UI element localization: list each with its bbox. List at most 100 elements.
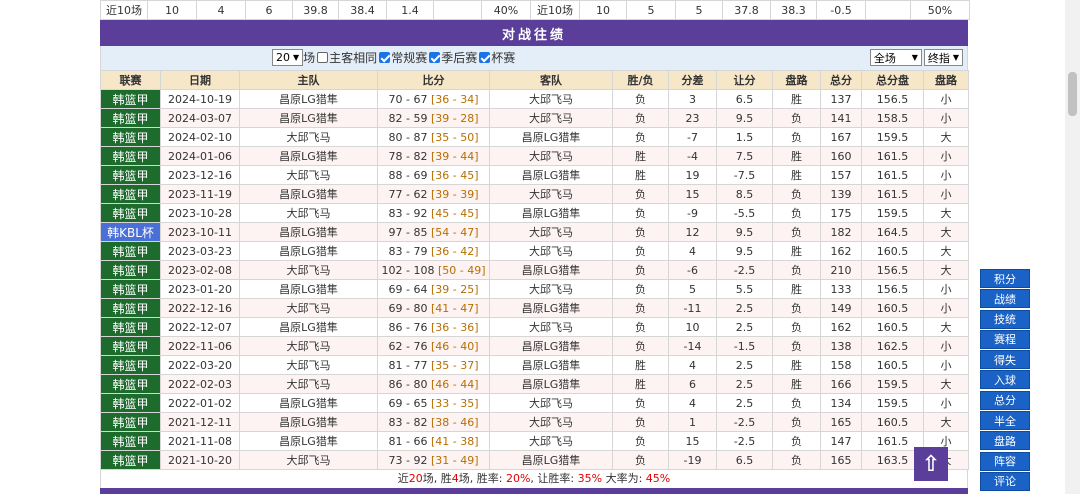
league-cell[interactable]: 韩篮甲: [100, 450, 161, 470]
home-team-cell[interactable]: 昌原LG猎隼: [239, 184, 378, 204]
same-home-checkbox[interactable]: 主客相同: [317, 49, 377, 66]
home-team-cell[interactable]: 昌原LG猎隼: [239, 146, 378, 166]
league-cell[interactable]: 韩篮甲: [100, 431, 161, 451]
date-cell: 2023-02-08: [160, 260, 240, 280]
league-cell[interactable]: 韩KBL杯: [100, 222, 161, 242]
away-team-cell[interactable]: 大邱飞马: [489, 241, 613, 261]
total-points-cell: 147: [820, 431, 862, 451]
odds-select[interactable]: 终指 ▼: [923, 49, 963, 66]
handicap-result-cell: 负: [772, 317, 821, 337]
date-cell: 2023-03-23: [160, 241, 240, 261]
side-nav-item[interactable]: 战绩: [980, 289, 1030, 309]
table-row: 韩篮甲 2023-11-19 昌原LG猎隼 77 - 62 [39 - 39] 大邱飞马…: [100, 184, 969, 204]
regular-season-checkbox[interactable]: 常规赛: [379, 49, 427, 66]
away-team-cell[interactable]: 大邱飞马: [489, 431, 613, 451]
total-line-cell: 160.5: [861, 355, 924, 375]
away-team-cell[interactable]: 大邱飞马: [489, 108, 613, 128]
away-team-cell[interactable]: 昌原LG猎隼: [489, 203, 613, 223]
away-team-cell[interactable]: 昌原LG猎隼: [489, 355, 613, 375]
side-nav-item[interactable]: 技统: [980, 309, 1030, 329]
column-header: 总分盘: [861, 70, 924, 90]
next-section-bar: [100, 488, 968, 494]
home-team-cell[interactable]: 昌原LG猎隼: [239, 108, 378, 128]
league-cell[interactable]: 韩篮甲: [100, 89, 161, 109]
home-team-cell[interactable]: 大邱飞马: [239, 298, 378, 318]
back-to-top-button[interactable]: ⇧: [914, 447, 948, 481]
playoff-checkbox[interactable]: 季后赛: [429, 49, 477, 66]
away-team-cell[interactable]: 大邱飞马: [489, 146, 613, 166]
side-nav-item[interactable]: 入球: [980, 370, 1030, 390]
side-nav-item[interactable]: 得失: [980, 350, 1030, 370]
scrollbar-thumb[interactable]: [1068, 72, 1077, 116]
cup-checkbox[interactable]: 杯赛: [479, 49, 515, 66]
column-header: 让分: [716, 70, 773, 90]
home-team-cell[interactable]: 昌原LG猎隼: [239, 412, 378, 432]
league-cell[interactable]: 韩篮甲: [100, 127, 161, 147]
home-team-cell[interactable]: 大邱飞马: [239, 374, 378, 394]
over-under-cell: 小: [923, 336, 969, 356]
home-team-cell[interactable]: 昌原LG猎隼: [239, 393, 378, 413]
away-team-cell[interactable]: 昌原LG猎隼: [489, 450, 613, 470]
league-cell[interactable]: 韩篮甲: [100, 241, 161, 261]
away-team-cell[interactable]: 昌原LG猎隼: [489, 374, 613, 394]
league-cell[interactable]: 韩篮甲: [100, 336, 161, 356]
scrollbar[interactable]: [1065, 0, 1080, 494]
side-nav-item[interactable]: 赛程: [980, 329, 1030, 349]
home-team-cell[interactable]: 昌原LG猎隼: [239, 431, 378, 451]
side-nav-item[interactable]: 阵容: [980, 451, 1030, 471]
side-nav-item[interactable]: 盘路: [980, 431, 1030, 451]
league-cell[interactable]: 韩篮甲: [100, 317, 161, 337]
away-team-cell[interactable]: 大邱飞马: [489, 393, 613, 413]
league-cell[interactable]: 韩篮甲: [100, 203, 161, 223]
league-cell[interactable]: 韩篮甲: [100, 146, 161, 166]
home-team-cell[interactable]: 大邱飞马: [239, 260, 378, 280]
home-team-cell[interactable]: 昌原LG猎隼: [239, 317, 378, 337]
away-team-cell[interactable]: 大邱飞马: [489, 317, 613, 337]
side-nav-item[interactable]: 半全: [980, 411, 1030, 431]
home-team-cell[interactable]: 昌原LG猎隼: [239, 89, 378, 109]
away-team-cell[interactable]: 昌原LG猎隼: [489, 336, 613, 356]
home-team-cell[interactable]: 大邱飞马: [239, 450, 378, 470]
handicap-cell: -2.5: [716, 412, 773, 432]
home-team-cell[interactable]: 昌原LG猎隼: [239, 241, 378, 261]
side-nav-item[interactable]: 总分: [980, 390, 1030, 410]
league-cell[interactable]: 韩篮甲: [100, 355, 161, 375]
score-cell: 83 - 82 [38 - 46]: [377, 412, 490, 432]
side-nav-item[interactable]: 积分: [980, 269, 1030, 288]
point-diff-cell: -11: [668, 298, 717, 318]
away-team-cell[interactable]: 昌原LG猎隼: [489, 260, 613, 280]
league-cell[interactable]: 韩篮甲: [100, 298, 161, 318]
venue-select[interactable]: 全场 ▼: [869, 49, 922, 66]
away-team-cell[interactable]: 大邱飞马: [489, 89, 613, 109]
away-team-cell[interactable]: 大邱飞马: [489, 184, 613, 204]
away-team-cell[interactable]: 昌原LG猎隼: [489, 298, 613, 318]
home-team-cell[interactable]: 大邱飞马: [239, 127, 378, 147]
handicap-result-cell: 胜: [772, 89, 821, 109]
home-team-cell[interactable]: 大邱飞马: [239, 203, 378, 223]
league-cell[interactable]: 韩篮甲: [100, 279, 161, 299]
league-cell[interactable]: 韩篮甲: [100, 184, 161, 204]
away-team-cell[interactable]: 大邱飞马: [489, 222, 613, 242]
side-nav-item[interactable]: 评论: [980, 471, 1030, 491]
league-cell[interactable]: 韩篮甲: [100, 412, 161, 432]
away-team-cell[interactable]: 昌原LG猎隼: [489, 165, 613, 185]
away-team-cell[interactable]: 昌原LG猎隼: [489, 127, 613, 147]
league-cell[interactable]: 韩篮甲: [100, 165, 161, 185]
count-select[interactable]: 20 ▼: [272, 49, 304, 66]
league-cell[interactable]: 韩篮甲: [100, 393, 161, 413]
half-score: [36 - 34]: [430, 92, 479, 106]
home-team-cell[interactable]: 大邱飞马: [239, 336, 378, 356]
score-cell: 83 - 79 [36 - 42]: [377, 241, 490, 261]
home-team-cell[interactable]: 昌原LG猎隼: [239, 222, 378, 242]
league-cell[interactable]: 韩篮甲: [100, 260, 161, 280]
final-score: 86 - 76: [388, 320, 428, 334]
home-team-cell[interactable]: 大邱飞马: [239, 165, 378, 185]
league-cell[interactable]: 韩篮甲: [100, 108, 161, 128]
away-team-cell[interactable]: 大邱飞马: [489, 279, 613, 299]
league-cell[interactable]: 韩篮甲: [100, 374, 161, 394]
home-team-cell[interactable]: 大邱飞马: [239, 355, 378, 375]
half-score: [36 - 42]: [430, 244, 479, 258]
date-cell: 2023-10-11: [160, 222, 240, 242]
home-team-cell[interactable]: 昌原LG猎隼: [239, 279, 378, 299]
away-team-cell[interactable]: 大邱飞马: [489, 412, 613, 432]
